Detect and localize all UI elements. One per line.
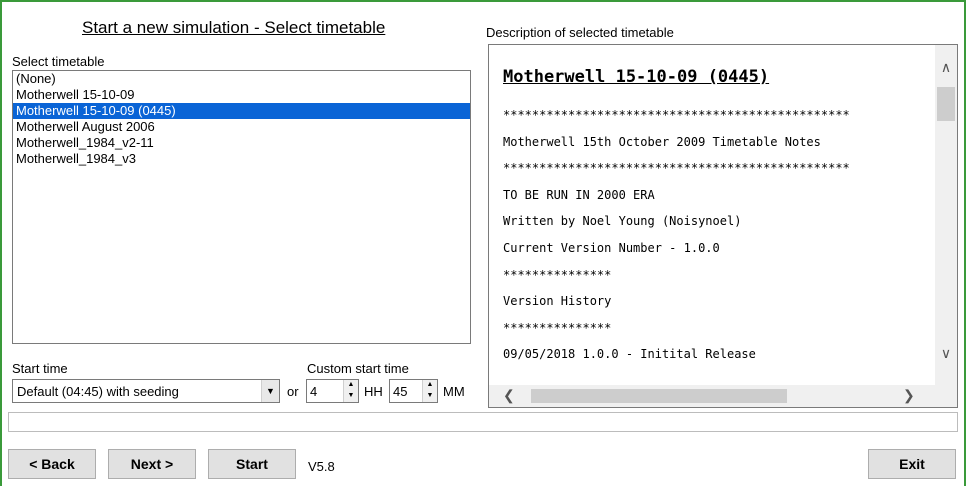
vertical-scrollbar[interactable]: ∧ ∨ bbox=[935, 45, 957, 387]
chevron-left-icon[interactable]: ❮ bbox=[503, 387, 515, 404]
list-item[interactable]: (None) bbox=[13, 71, 470, 87]
description-line: Motherwell 15th October 2009 Timetable N… bbox=[503, 134, 821, 149]
stepper-down-icon[interactable]: ▼ bbox=[423, 391, 437, 402]
description-line: *************** bbox=[503, 267, 612, 282]
chevron-right-icon[interactable]: ❯ bbox=[903, 387, 915, 404]
version-label: V5.8 bbox=[308, 459, 335, 474]
minutes-value: 45 bbox=[393, 383, 408, 399]
minutes-stepper[interactable]: 45 ▲ ▼ bbox=[389, 379, 438, 403]
horizontal-scrollbar[interactable]: ❮ ❯ bbox=[489, 385, 957, 407]
list-item[interactable]: Motherwell 15-10-09 bbox=[13, 87, 470, 103]
start-button[interactable]: Start bbox=[208, 449, 296, 479]
timetable-listbox[interactable]: (None) Motherwell 15-10-09 Motherwell 15-1… bbox=[12, 70, 471, 344]
description-line: ****************************************… bbox=[503, 108, 850, 122]
list-item[interactable]: Motherwell_1984_v2-11 bbox=[13, 135, 470, 151]
description-heading: Motherwell 15-10-09 (0445) bbox=[503, 67, 770, 87]
hours-stepper[interactable]: 4 ▲ ▼ bbox=[306, 379, 359, 403]
next-button[interactable]: Next > bbox=[108, 449, 196, 479]
chevron-up-icon[interactable]: ∧ bbox=[935, 59, 957, 76]
start-time-label: Start time bbox=[12, 361, 68, 376]
timetable-list-label: Select timetable bbox=[12, 54, 105, 69]
hours-value: 4 bbox=[310, 383, 318, 399]
minutes-unit-label: MM bbox=[443, 384, 465, 399]
description-line: Version History bbox=[503, 294, 612, 309]
description-line: Written by Noel Young (Noisynoel) bbox=[503, 214, 742, 229]
start-time-value: Default (04:45) with seeding bbox=[17, 383, 179, 399]
description-line: *************** bbox=[503, 320, 612, 335]
description-line: ****************************************… bbox=[503, 161, 850, 176]
list-item[interactable]: Motherwell_1984_v3 bbox=[13, 151, 470, 167]
list-item[interactable]: Motherwell August 2006 bbox=[13, 119, 470, 135]
or-label: or bbox=[287, 384, 299, 399]
chevron-down-icon[interactable]: ∨ bbox=[935, 345, 957, 362]
description-line: TO BE RUN IN 2000 ERA bbox=[503, 187, 655, 202]
description-line: Current Version Number - 1.0.0 bbox=[503, 240, 720, 255]
stepper-up-icon[interactable]: ▲ bbox=[344, 380, 358, 391]
description-content: Motherwell 15-10-09 (0445) *************… bbox=[503, 45, 939, 385]
vertical-scroll-thumb[interactable] bbox=[937, 87, 955, 121]
description-label: Description of selected timetable bbox=[486, 25, 674, 40]
description-panel[interactable]: Motherwell 15-10-09 (0445) *************… bbox=[488, 44, 958, 408]
start-time-select[interactable]: Default (04:45) with seeding ▼ bbox=[12, 379, 280, 403]
description-line: 09/05/2018 1.0.0 - Initital Release bbox=[503, 347, 756, 362]
stepper-up-icon[interactable]: ▲ bbox=[423, 380, 437, 391]
stepper-down-icon[interactable]: ▼ bbox=[344, 391, 358, 402]
progress-bar bbox=[8, 412, 958, 432]
exit-button[interactable]: Exit bbox=[868, 449, 956, 479]
back-button[interactable]: < Back bbox=[8, 449, 96, 479]
page-title: Start a new simulation - Select timetabl… bbox=[82, 18, 386, 37]
hours-unit-label: HH bbox=[364, 384, 383, 399]
chevron-down-icon[interactable]: ▼ bbox=[261, 380, 279, 402]
list-item[interactable]: Motherwell 15-10-09 (0445) bbox=[13, 103, 470, 119]
horizontal-scroll-thumb[interactable] bbox=[531, 389, 787, 403]
description-lines: ****************************************… bbox=[503, 108, 939, 374]
custom-start-time-label: Custom start time bbox=[307, 361, 409, 376]
